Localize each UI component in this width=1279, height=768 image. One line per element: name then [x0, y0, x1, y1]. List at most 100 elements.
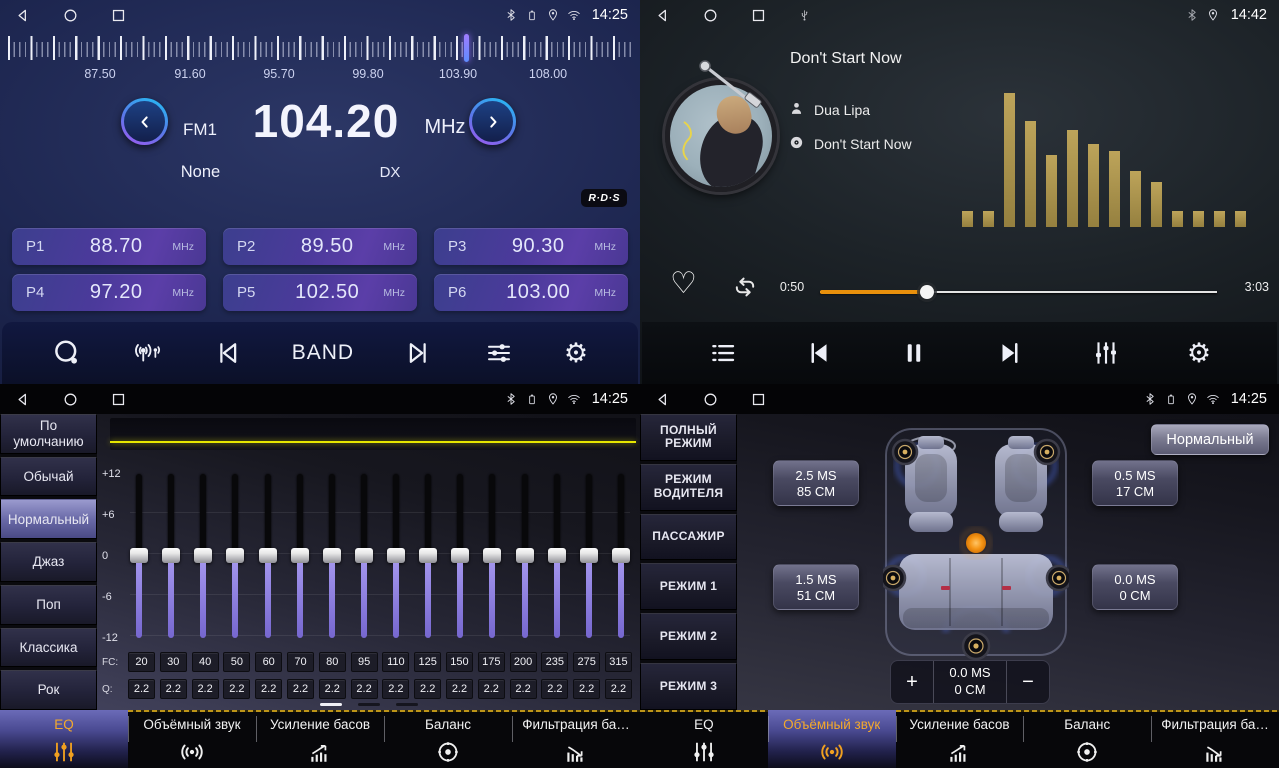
tab-bass-boost[interactable]: Усиление басов: [896, 710, 1024, 768]
eq-preset-pop[interactable]: Поп: [0, 585, 97, 625]
broadcast-antenna-icon[interactable]: [132, 338, 162, 368]
settings-gear-icon[interactable]: ⚙: [1187, 340, 1211, 367]
progress-slider[interactable]: [820, 284, 1217, 300]
current-band: FM1: [170, 120, 230, 140]
favorite-heart-icon[interactable]: ♡: [670, 266, 697, 301]
eq-band-slider[interactable]: [323, 472, 341, 640]
eq-band-slider[interactable]: [612, 472, 630, 640]
pause-icon[interactable]: [899, 338, 929, 368]
surround-sound-icon: [128, 735, 256, 768]
eq-band-slider[interactable]: [226, 472, 244, 640]
eq-band-slider[interactable]: [419, 472, 437, 640]
eq-band-slider[interactable]: [162, 472, 180, 640]
eq-band-slider[interactable]: [483, 472, 501, 640]
back-icon[interactable]: [14, 391, 31, 408]
tab-surround[interactable]: Объёмный звук: [768, 710, 896, 768]
preset-p6[interactable]: P6103.00MHz: [434, 274, 628, 311]
tab-balance[interactable]: Баланс: [1023, 710, 1151, 768]
eq-preset-jazz[interactable]: Джаз: [0, 542, 97, 582]
eq-band-slider[interactable]: [548, 472, 566, 640]
home-icon[interactable]: [702, 391, 719, 408]
eq-band-slider[interactable]: [580, 472, 598, 640]
progress-thumb[interactable]: [920, 285, 934, 299]
mode-driver[interactable]: РЕЖИМ ВОДИТЕЛЯ: [640, 464, 737, 511]
mode-2[interactable]: РЕЖИМ 2: [640, 613, 737, 660]
tab-filter[interactable]: Фильтрация ба…: [1151, 710, 1279, 768]
eq-preset-custom[interactable]: Обычай: [0, 457, 97, 497]
equalizer-icon[interactable]: [1091, 338, 1121, 368]
repeat-icon[interactable]: [731, 273, 759, 301]
eq-band-slider[interactable]: [451, 472, 469, 640]
mode-full[interactable]: ПОЛНЫЙ РЕЖИМ: [640, 414, 737, 461]
tab-bass-boost[interactable]: Усиление басов: [256, 710, 384, 768]
home-icon[interactable]: [62, 391, 79, 408]
eq-band-slider[interactable]: [387, 472, 405, 640]
home-icon[interactable]: [62, 7, 79, 24]
delay-rear-right[interactable]: 0.0 MS 0 CM: [1092, 564, 1178, 610]
visualizer-bar: [1235, 211, 1246, 227]
recents-icon[interactable]: [750, 7, 767, 24]
delay-rear-left[interactable]: 1.5 MS 51 CM: [773, 564, 859, 610]
audio-settings-icon[interactable]: [484, 338, 514, 368]
tab-filter[interactable]: Фильтрация ба…: [512, 710, 640, 768]
home-icon[interactable]: [702, 7, 719, 24]
back-icon[interactable]: [654, 7, 671, 24]
settings-gear-icon[interactable]: ⚙: [564, 340, 588, 367]
preset-p4[interactable]: P497.20MHz: [12, 274, 206, 311]
band-frequency-value: 200: [510, 652, 537, 672]
preset-p2[interactable]: P289.50MHz: [223, 228, 417, 265]
tab-balance[interactable]: Баланс: [384, 710, 512, 768]
artist-icon: [788, 100, 805, 120]
scan-icon[interactable]: [52, 338, 82, 368]
recents-icon[interactable]: [750, 391, 767, 408]
delay-increase-button[interactable]: +: [891, 661, 933, 703]
delay-decrease-button[interactable]: −: [1007, 661, 1049, 703]
page-dash-active[interactable]: [320, 703, 342, 706]
preset-p5[interactable]: P5102.50MHz: [223, 274, 417, 311]
previous-station-icon[interactable]: [212, 338, 242, 368]
page-dash[interactable]: [396, 703, 418, 706]
mode-passenger[interactable]: ПАССАЖИР: [640, 514, 737, 561]
tab-surround[interactable]: Объёмный звук: [128, 710, 256, 768]
preset-p1[interactable]: P188.70MHz: [12, 228, 206, 265]
eq-preset-default[interactable]: По умолчанию: [0, 414, 97, 454]
battery-icon: [525, 8, 539, 22]
location-icon: [546, 392, 560, 406]
eq-preset-normal[interactable]: Нормальный: [0, 499, 97, 539]
next-station-icon[interactable]: [404, 338, 434, 368]
playlist-icon[interactable]: [708, 338, 738, 368]
tab-eq[interactable]: EQ: [640, 710, 768, 768]
seek-down-button[interactable]: [121, 98, 168, 145]
frequency-scale[interactable]: 87.50 91.60 95.70 99.80 103.90 108.00: [8, 34, 632, 82]
page-dash[interactable]: [358, 703, 380, 706]
eq-band-slider[interactable]: [516, 472, 534, 640]
delay-front-right[interactable]: 0.5 MS 17 CM: [1092, 460, 1178, 506]
band-q-value: 2.2: [573, 679, 600, 699]
audio-tab-bar: EQ Объёмный звук Усиление басов Баланс Ф…: [0, 710, 640, 768]
delay-front-left[interactable]: 2.5 MS 85 CM: [773, 460, 859, 506]
next-track-icon[interactable]: [995, 338, 1025, 368]
recents-icon[interactable]: [110, 7, 127, 24]
elapsed-time: 0:50: [771, 280, 813, 294]
eq-band-slider[interactable]: [355, 472, 373, 640]
eq-preset-rock[interactable]: Рок: [0, 670, 97, 710]
visualizer-bar: [1088, 144, 1099, 227]
seek-up-button[interactable]: [469, 98, 516, 145]
recents-icon[interactable]: [110, 391, 127, 408]
eq-band-slider[interactable]: [259, 472, 277, 640]
preset-p3[interactable]: P390.30MHz: [434, 228, 628, 265]
band-page-indicator[interactable]: [98, 703, 640, 706]
tab-eq[interactable]: EQ: [0, 710, 128, 768]
mode-3[interactable]: РЕЖИМ 3: [640, 663, 737, 710]
profile-button[interactable]: Нормальный: [1151, 424, 1269, 455]
eq-band-slider[interactable]: [291, 472, 309, 640]
band-button[interactable]: BAND: [292, 341, 354, 365]
back-icon[interactable]: [654, 391, 671, 408]
previous-track-icon[interactable]: [804, 338, 834, 368]
mode-1[interactable]: РЕЖИМ 1: [640, 563, 737, 610]
eq-band-slider[interactable]: [130, 472, 148, 640]
eq-band-slider[interactable]: [194, 472, 212, 640]
eq-preset-classic[interactable]: Классика: [0, 628, 97, 668]
back-icon[interactable]: [14, 7, 31, 24]
song-title: Don't Start Now: [790, 50, 902, 68]
